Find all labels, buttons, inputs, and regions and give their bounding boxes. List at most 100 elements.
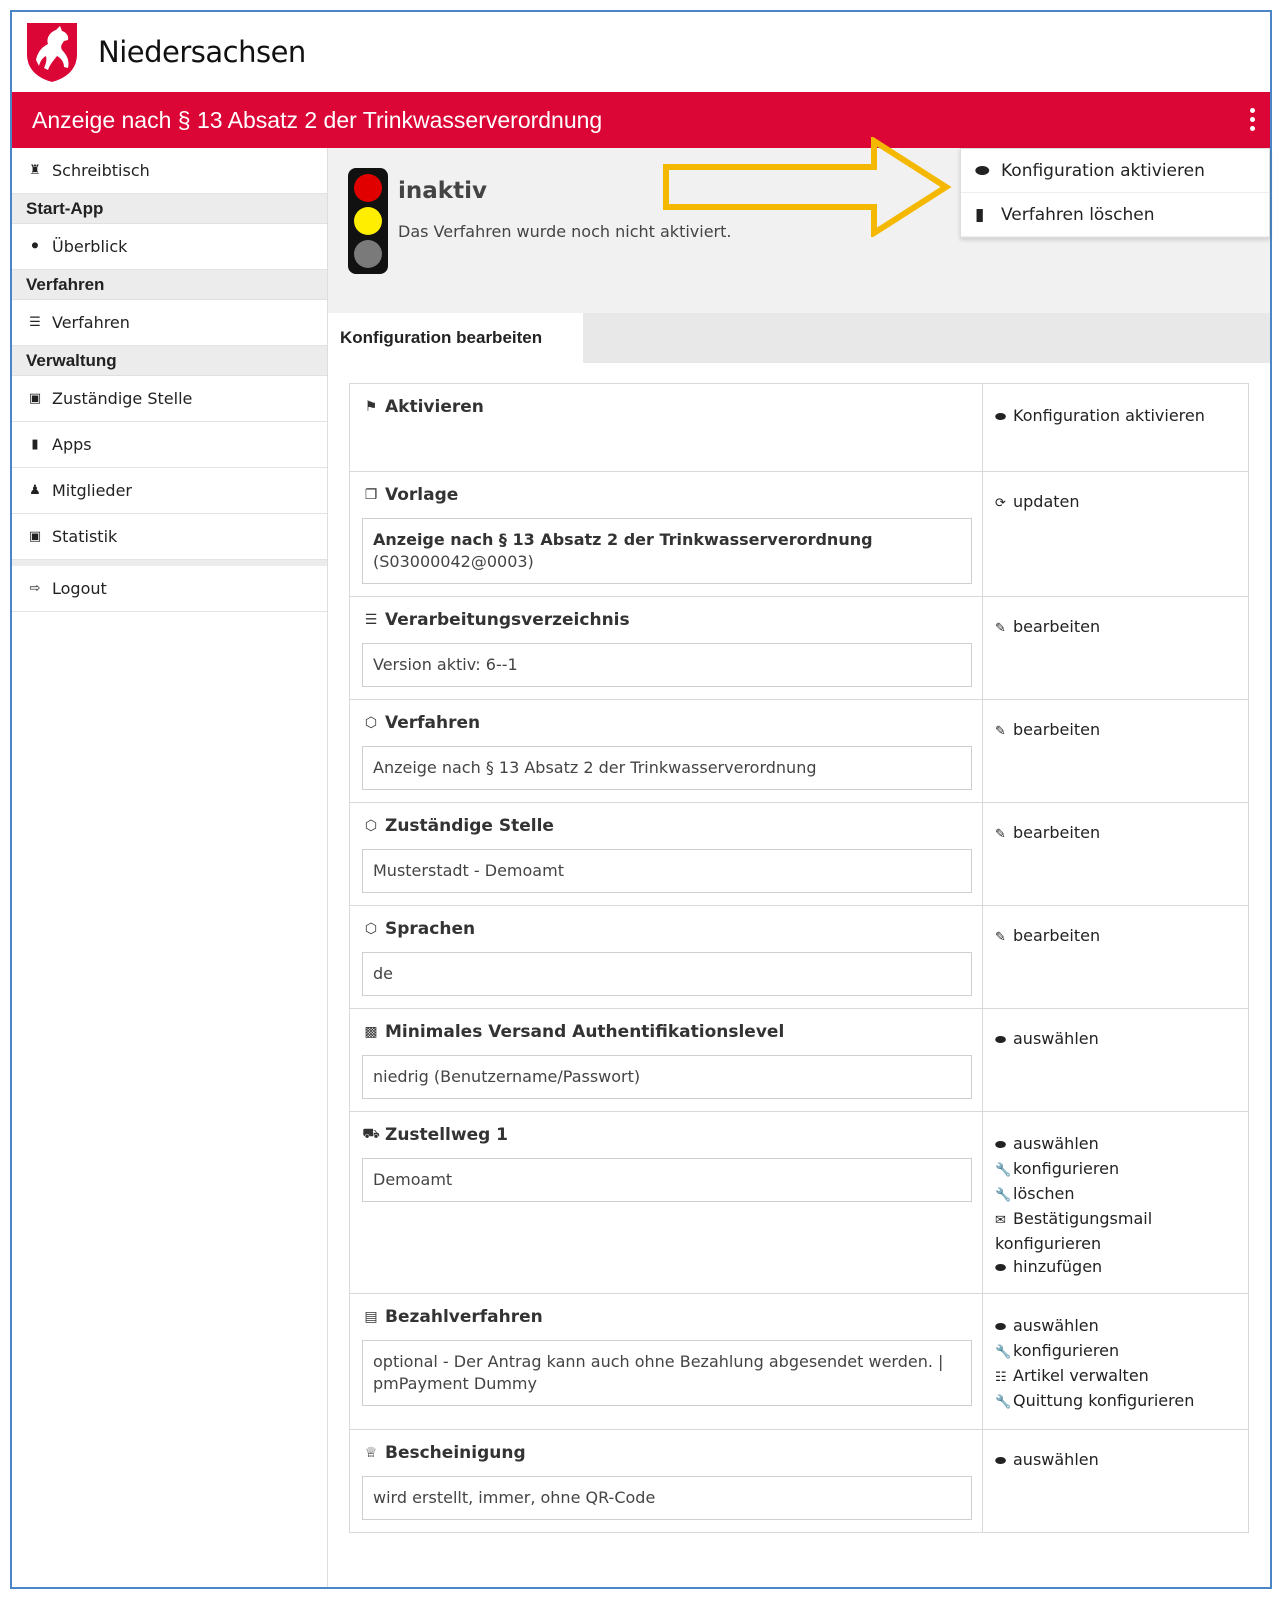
brand-header: Niedersachsen (24, 12, 306, 92)
link-label: Artikel verwalten (1013, 1366, 1149, 1385)
link-label: auswählen (1013, 1134, 1099, 1153)
link-label: bearbeiten (1013, 617, 1101, 636)
artikel-verwalten-link[interactable]: ☷ Artikel verwalten (995, 1364, 1245, 1389)
konfigurieren-link[interactable]: 🔧 konfigurieren (995, 1339, 1245, 1364)
pencil-icon: ✎ (995, 621, 1006, 636)
row-title: Vorlage (385, 485, 459, 505)
link-label: Konfiguration aktivieren (1013, 406, 1205, 425)
sidebar-item-verfahren[interactable]: ☰ Verfahren (12, 300, 327, 346)
sidebar-item-statistik[interactable]: ▣ Statistik (12, 514, 327, 560)
loeschen-link[interactable]: 🔧 löschen (995, 1182, 1245, 1207)
config-row-verarbeitungsverzeichnis: ☰ Verarbeitungsverzeichnis Version aktiv:… (350, 597, 1248, 700)
auswaehlen-link[interactable]: ⬬ auswählen (995, 1314, 1245, 1339)
quittung-konfigurieren-link[interactable]: 🔧 Quittung konfigurieren (995, 1389, 1245, 1414)
annotation-arrow-top (663, 137, 952, 237)
config-row-bezahlverfahren: ▤ Bezahlverfahren optional - Der Antrag k… (350, 1294, 1248, 1430)
bearbeiten-link[interactable]: ✎ bearbeiten (995, 718, 1245, 743)
auth-value: niedrig (Benutzername/Passwort) (362, 1055, 972, 1099)
cube-icon: ⬡ (364, 921, 378, 937)
updaten-link[interactable]: ⟳ updaten (995, 490, 1245, 515)
sidebar-item-zustaendige-stelle[interactable]: ▣ Zuständige Stelle (12, 376, 327, 422)
list-icon: ☰ (29, 315, 41, 330)
link-label: Bestätigungsmail konfigurieren (995, 1209, 1153, 1253)
building-icon: ▣ (28, 391, 42, 406)
link-label: bearbeiten (1013, 926, 1101, 945)
bescheinigung-value: wird erstellt, immer, ohne QR-Code (362, 1476, 972, 1520)
list-icon: ☰ (364, 612, 378, 628)
vorlage-value: Anzeige nach § 13 Absatz 2 der Trinkwass… (362, 518, 972, 584)
sidebar-item-label: Verfahren (52, 313, 130, 332)
link-label: updaten (1013, 492, 1080, 511)
row-title: Verarbeitungsverzeichnis (385, 610, 630, 630)
cube-icon: ⬡ (364, 715, 378, 731)
tab-bar: Konfiguration bearbeiten (328, 313, 1270, 363)
bearbeiten-link[interactable]: ✎ bearbeiten (995, 615, 1245, 640)
bezahl-value: optional - Der Antrag kann auch ohne Bez… (362, 1340, 972, 1406)
auswaehlen-link[interactable]: ⬬ auswählen (995, 1448, 1245, 1473)
menu-item-verfahren-loeschen[interactable]: ▮ Verfahren löschen (961, 193, 1269, 237)
bestaetigungsmail-link[interactable]: ✉ Bestätigungsmail konfigurieren (995, 1207, 1245, 1255)
link-label: auswählen (1013, 1029, 1099, 1048)
toggle-icon: ⬬ (995, 1033, 1007, 1048)
auswaehlen-link[interactable]: ⬬ auswählen (995, 1132, 1245, 1157)
link-label: Quittung konfigurieren (1013, 1391, 1195, 1410)
wrench-icon: 🔧 (995, 1345, 1012, 1360)
toggle-icon: ⬬ (995, 410, 1007, 425)
link-label: bearbeiten (1013, 823, 1101, 842)
page-title: Anzeige nach § 13 Absatz 2 der Trinkwass… (32, 106, 603, 133)
bearbeiten-link[interactable]: ✎ bearbeiten (995, 821, 1245, 846)
toggle-icon: ⬬ (975, 160, 990, 181)
users-icon: ♟ (29, 483, 41, 498)
title-bar: Anzeige nach § 13 Absatz 2 der Trinkwass… (12, 92, 1270, 148)
link-label: auswählen (1013, 1450, 1099, 1469)
sidebar-item-label: Zuständige Stelle (52, 389, 193, 408)
more-menu-icon[interactable] (1250, 108, 1256, 135)
row-title: Minimales Versand Authentifikationslevel (385, 1022, 785, 1042)
row-title: Verfahren (385, 713, 481, 733)
app-window: Niedersachsen Anzeige nach § 13 Absatz 2… (10, 10, 1272, 1589)
sidebar-item-schreibtisch[interactable]: ♜ Schreibtisch (12, 148, 327, 194)
konfiguration-aktivieren-link[interactable]: ⬬ Konfiguration aktivieren (995, 404, 1245, 429)
menu-item-konfiguration-aktivieren[interactable]: ⬬ Konfiguration aktivieren (961, 149, 1269, 193)
id-card-icon: ▩ (364, 1024, 378, 1040)
refresh-icon: ⟳ (995, 496, 1006, 511)
konfigurieren-link[interactable]: 🔧 konfigurieren (995, 1157, 1245, 1182)
hinzufuegen-link[interactable]: ⬬ hinzufügen (995, 1255, 1245, 1280)
sidebar-item-ueberblick[interactable]: ⚫ Überblick (12, 224, 327, 270)
link-label: konfigurieren (1013, 1159, 1120, 1178)
sidebar-item-mitglieder[interactable]: ♟ Mitglieder (12, 468, 327, 514)
row-title: Zustellweg 1 (385, 1125, 509, 1145)
chart-icon: ▣ (28, 529, 42, 544)
traffic-light-icon (348, 168, 388, 274)
sidebar-heading-start-app: Start-App (12, 194, 327, 224)
toggle-icon: ⬬ (995, 1454, 1007, 1469)
sidebar: ♜ Schreibtisch Start-App ⚫ Überblick Ver… (12, 148, 328, 1587)
row-title: Aktivieren (385, 397, 484, 417)
menu-item-label: Konfiguration aktivieren (1001, 160, 1205, 181)
verfahren-value: Anzeige nach § 13 Absatz 2 der Trinkwass… (362, 746, 972, 790)
config-row-verfahren: ⬡ Verfahren Anzeige nach § 13 Absatz 2 de… (350, 700, 1248, 803)
flag-icon: ⚑ (364, 399, 378, 415)
tab-konfiguration-bearbeiten[interactable]: Konfiguration bearbeiten (328, 313, 583, 363)
brand-name: Niedersachsen (98, 35, 306, 69)
bearbeiten-link[interactable]: ✎ bearbeiten (995, 924, 1245, 949)
vorlage-name: Anzeige nach § 13 Absatz 2 der Trinkwass… (373, 530, 873, 549)
link-label: löschen (1013, 1184, 1075, 1203)
sidebar-item-label: Logout (52, 579, 107, 598)
sprachen-value: de (362, 952, 972, 996)
book-icon: ▮ (31, 437, 39, 452)
config-row-bescheinigung: ♕ Bescheinigung wird erstellt, immer, ohn… (350, 1430, 1248, 1532)
credit-card-icon: ▤ (364, 1309, 378, 1325)
config-row-vorlage: ❐ Vorlage Anzeige nach § 13 Absatz 2 der … (350, 472, 1248, 597)
config-row-zustaendige-stelle: ⬡ Zuständige Stelle Musterstadt - Demoamt… (350, 803, 1248, 906)
config-row-authentifikationslevel: ▩ Minimales Versand Authentifikationsleve… (350, 1009, 1248, 1112)
link-label: konfigurieren (1013, 1341, 1120, 1360)
sidebar-item-apps[interactable]: ▮ Apps (12, 422, 327, 468)
config-list: ⚑ Aktivieren ⬬ Konfiguration aktivieren ❐ V… (349, 383, 1249, 1533)
config-row-zustellweg: ⛟ Zustellweg 1 Demoamt ⬬ auswählen 🔧 konfig… (350, 1112, 1248, 1294)
sidebar-item-label: Überblick (52, 237, 128, 256)
wrench-icon: 🔧 (995, 1188, 1012, 1203)
auswaehlen-link[interactable]: ⬬ auswählen (995, 1027, 1245, 1052)
truck-icon: ⛟ (362, 1126, 380, 1142)
sidebar-item-logout[interactable]: ⇨ Logout (12, 566, 327, 612)
